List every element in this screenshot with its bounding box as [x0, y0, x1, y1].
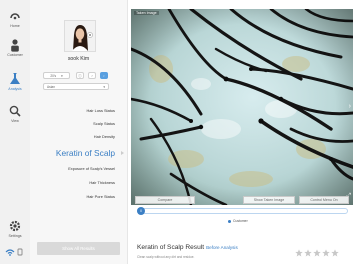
customer-name: sook Kim — [67, 56, 90, 62]
age-select[interactable]: 20's ▾ — [43, 72, 70, 79]
nav-item-view[interactable]: View — [0, 104, 30, 123]
male-icon: ♂ — [90, 73, 94, 78]
customer-panel: sook Kim 20's ▾ ⓘ ♂ ♀ Asian ▾ Hair Loss … — [30, 0, 128, 264]
show-taken-image-button[interactable]: Show Taken Image — [243, 196, 295, 204]
taken-image-tag: Taken Image — [134, 11, 159, 15]
info-icon: ⓘ — [78, 74, 82, 78]
scalp-micrograph — [131, 9, 353, 205]
legend-dot — [228, 219, 231, 223]
status-item-hair-density[interactable]: Hair Density — [94, 134, 115, 139]
status-item-keratin[interactable]: Keratin of Scalp — [56, 148, 115, 158]
status-icons — [4, 244, 26, 256]
control-menu-button[interactable]: Control Menu On — [299, 196, 349, 204]
result-description: Clean scalp without any dirt and residue… — [137, 255, 195, 259]
rating-stars — [295, 244, 340, 257]
ethnicity-select[interactable]: Asian ▾ — [43, 83, 109, 90]
scalp-image[interactable]: Taken Image › ⤢ Compare Show Taken Image… — [131, 9, 353, 205]
legend-label: Customer — [233, 219, 248, 223]
nav-item-analysis[interactable]: Analysis — [0, 72, 30, 91]
nav-label-view: View — [11, 119, 19, 123]
slider-legend: Customer — [228, 219, 248, 223]
nav-rail: Home Customer Analysis View Settings — [0, 0, 31, 264]
edit-photo-icon[interactable] — [87, 32, 93, 38]
star-icon — [322, 249, 330, 257]
nav-label-home: Home — [10, 24, 20, 28]
status-item-hair-thickness[interactable]: Hair Thickness — [89, 180, 115, 185]
status-item-scalp-status[interactable]: Scalp Status — [93, 121, 115, 126]
chevron-down-icon: ▾ — [61, 73, 63, 78]
status-item-vessel-exposure[interactable]: Exposure of Scalp's Vessel — [68, 166, 115, 171]
gender-female-button[interactable]: ♀ — [100, 72, 108, 79]
star-icon — [331, 249, 339, 257]
chevron-down-icon: ▾ — [103, 84, 105, 89]
nav-label-analysis: Analysis — [8, 87, 22, 91]
nav-label-customer: Customer — [7, 53, 23, 57]
slider-thumb[interactable]: 0 — [137, 207, 145, 215]
nav-item-home[interactable]: Home — [0, 9, 30, 28]
comparison-slider[interactable]: 0 — [137, 207, 348, 215]
customer-icon — [11, 39, 19, 52]
analysis-icon — [10, 73, 20, 84]
gender-male-button[interactable]: ♂ — [88, 72, 96, 79]
info-button[interactable]: ⓘ — [76, 72, 84, 79]
wifi-icon — [5, 248, 23, 256]
ethnicity-select-value: Asian — [47, 84, 55, 89]
nav-label-settings: Settings — [8, 234, 22, 238]
result-title: Keratin of Scalp Result — [137, 244, 205, 251]
nav-item-customer[interactable]: Customer — [0, 38, 30, 57]
result-title-row: Keratin of Scalp Result Before Analysis — [137, 244, 238, 251]
gear-icon — [9, 220, 21, 232]
selection-arrow-icon — [121, 151, 124, 155]
compare-button[interactable]: Compare — [135, 196, 195, 204]
before-analysis-link[interactable]: Before Analysis — [206, 245, 238, 250]
star-icon — [304, 249, 312, 257]
show-all-results-button[interactable]: Show All Results — [37, 242, 120, 255]
age-select-value: 20's — [50, 73, 57, 78]
home-icon — [10, 13, 20, 20]
compare-arrow-icon[interactable]: › — [349, 103, 351, 110]
status-item-hair-loss[interactable]: Hair Loss Status — [86, 108, 115, 113]
status-item-hair-pore[interactable]: Hair Pore Status — [86, 194, 115, 199]
avatar[interactable] — [64, 20, 96, 52]
view-icon — [9, 105, 21, 117]
nav-item-settings[interactable]: Settings — [0, 219, 30, 238]
star-icon — [295, 249, 303, 257]
star-icon — [313, 249, 321, 257]
female-icon: ♀ — [102, 73, 106, 78]
